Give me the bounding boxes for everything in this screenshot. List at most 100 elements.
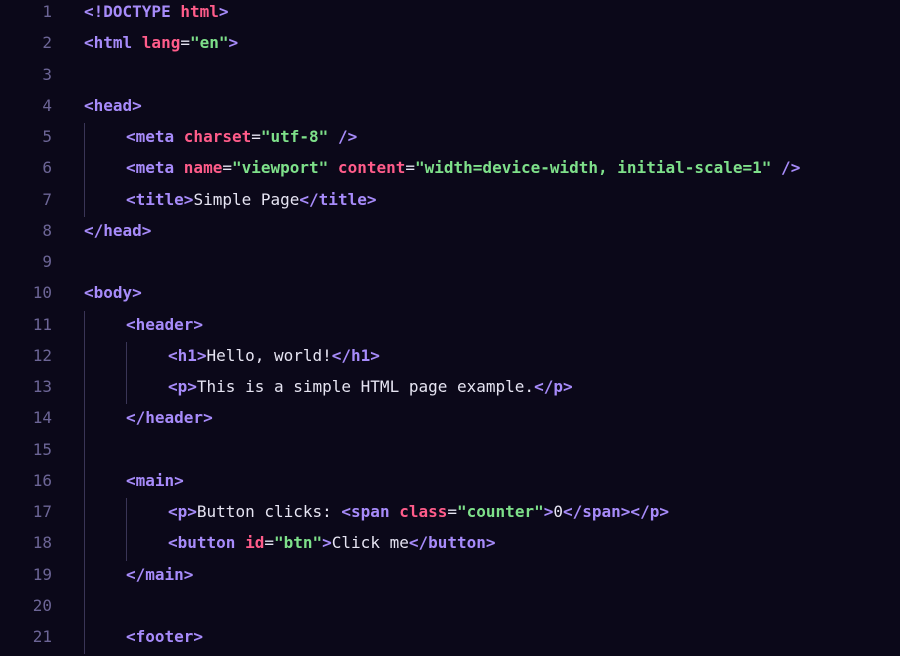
code-token: "width=device-width, initial-scale=1": [415, 158, 772, 178]
code-line[interactable]: 9: [0, 250, 900, 281]
code-line[interactable]: 3: [0, 63, 900, 94]
code-token: <p>: [168, 502, 197, 521]
line-number: 9: [42, 252, 52, 271]
code-text: <head>: [84, 94, 142, 118]
line-number: 2: [42, 33, 52, 53]
code-text: <p>This is a simple HTML page example.</…: [84, 375, 573, 399]
indent-guide: [126, 498, 127, 561]
code-text: <meta charset="utf-8" />: [84, 125, 357, 149]
indent-guide: [84, 310, 85, 655]
code-token: <h1>: [168, 345, 207, 365]
code-token: <footer>: [126, 627, 204, 646]
code-token: html: [180, 2, 219, 21]
code-token: </title>: [299, 189, 377, 209]
line-number: 13: [32, 377, 52, 396]
code-line[interactable]: 15: [0, 438, 900, 469]
line-number: 14: [32, 408, 52, 428]
line-number: 15: [32, 439, 52, 459]
line-number: 8: [42, 220, 52, 240]
code-token: </p>: [534, 377, 573, 396]
code-line[interactable]: 12 <h1>Hello, world!</h1>: [0, 344, 900, 375]
code-token: <title>: [126, 189, 194, 209]
code-line[interactable]: 17 <p>Button clicks: <span class="counter…: [0, 500, 900, 531]
code-token: =: [405, 158, 415, 178]
code-token: <!DOCTYPE: [84, 2, 181, 21]
line-number: 5: [42, 127, 52, 146]
line-number: 16: [32, 470, 52, 490]
code-token: Button clicks:: [196, 502, 342, 521]
code-token: <header>: [126, 314, 204, 334]
code-text: </head>: [84, 219, 151, 243]
code-line[interactable]: 18 <button id="btn">Click me</button>: [0, 531, 900, 562]
code-token: id: [245, 533, 265, 553]
code-line[interactable]: 10 <body>: [0, 281, 900, 312]
code-text: <header>: [84, 313, 203, 337]
code-token: Hello, world!: [206, 345, 332, 365]
line-number: 3: [42, 64, 52, 84]
line-number: 20: [32, 595, 52, 615]
code-token: =: [222, 158, 232, 178]
code-text: <meta name="viewport" content="width=dev…: [84, 156, 800, 180]
code-token: </header>: [126, 408, 213, 428]
code-token: <p>: [168, 377, 197, 396]
code-text: <footer>: [84, 625, 203, 649]
code-token: content: [328, 158, 406, 178]
indent-guide: [84, 123, 85, 217]
code-line[interactable]: 2 <html lang="en">: [0, 31, 900, 62]
code-line[interactable]: 8 </head>: [0, 219, 900, 250]
code-token: "en": [189, 33, 229, 53]
code-token: class: [399, 502, 448, 521]
indent-guide: [126, 341, 127, 405]
code-token: </button>: [408, 533, 496, 553]
code-line[interactable]: 14 </header>: [0, 406, 900, 437]
line-number: 21: [32, 627, 52, 646]
code-token: =: [180, 33, 190, 53]
code-token: >: [543, 502, 554, 521]
line-number: 12: [32, 345, 52, 365]
code-token: </head>: [84, 220, 152, 240]
code-token: />: [771, 158, 801, 178]
code-text: <p>Button clicks: <span class="counter">…: [84, 500, 669, 524]
line-number: 18: [32, 533, 52, 553]
code-token: lang: [141, 33, 181, 53]
code-line[interactable]: 20: [0, 594, 900, 625]
code-editor[interactable]: 1 <!DOCTYPE html> 2 <html lang="en"> 3 4 <head…: [0, 0, 900, 655]
line-number: 1: [42, 2, 52, 21]
code-line[interactable]: 6 <meta name="viewport" content="width=de…: [0, 156, 900, 187]
code-line[interactable]: 5 <meta charset="utf-8" />: [0, 125, 900, 156]
code-text: <button id="btn">Click me</button>: [84, 531, 496, 555]
code-token: =: [447, 502, 458, 521]
line-number: 4: [42, 95, 52, 115]
code-line[interactable]: 16 <main>: [0, 469, 900, 500]
code-token: <meta: [126, 158, 184, 178]
code-token: "btn": [273, 533, 323, 553]
line-number: 19: [32, 564, 52, 584]
code-line[interactable]: 19 </main>: [0, 563, 900, 594]
line-number: 7: [42, 189, 52, 209]
code-token: =: [251, 127, 261, 146]
code-text: <h1>Hello, world!</h1>: [84, 344, 380, 368]
code-token: </span></p>: [563, 502, 669, 521]
code-token: This is a simple HTML page example.: [196, 377, 535, 396]
code-token: <html: [84, 33, 142, 53]
line-number: 17: [32, 502, 52, 521]
code-text: <main>: [84, 469, 184, 493]
code-token: <button: [168, 533, 246, 553]
code-text: </main>: [84, 563, 193, 587]
code-line[interactable]: 11 <header>: [0, 313, 900, 344]
code-line[interactable]: 21 <footer>: [0, 625, 900, 656]
code-token: <span: [341, 502, 400, 521]
code-token: "counter": [457, 502, 544, 521]
line-number: 6: [42, 158, 52, 178]
code-line[interactable]: 13 <p>This is a simple HTML page example.…: [0, 375, 900, 406]
code-token: />: [328, 127, 358, 146]
code-line[interactable]: 1 <!DOCTYPE html>: [0, 0, 900, 31]
code-token: Click me: [331, 533, 409, 553]
code-text: </header>: [84, 406, 213, 430]
code-token: </main>: [126, 564, 194, 584]
code-token: charset: [183, 127, 252, 146]
code-token: <main>: [126, 470, 184, 490]
code-line[interactable]: 7 <title>Simple Page</title>: [0, 188, 900, 219]
code-line[interactable]: 4 <head>: [0, 94, 900, 125]
code-token: "viewport": [231, 158, 329, 178]
